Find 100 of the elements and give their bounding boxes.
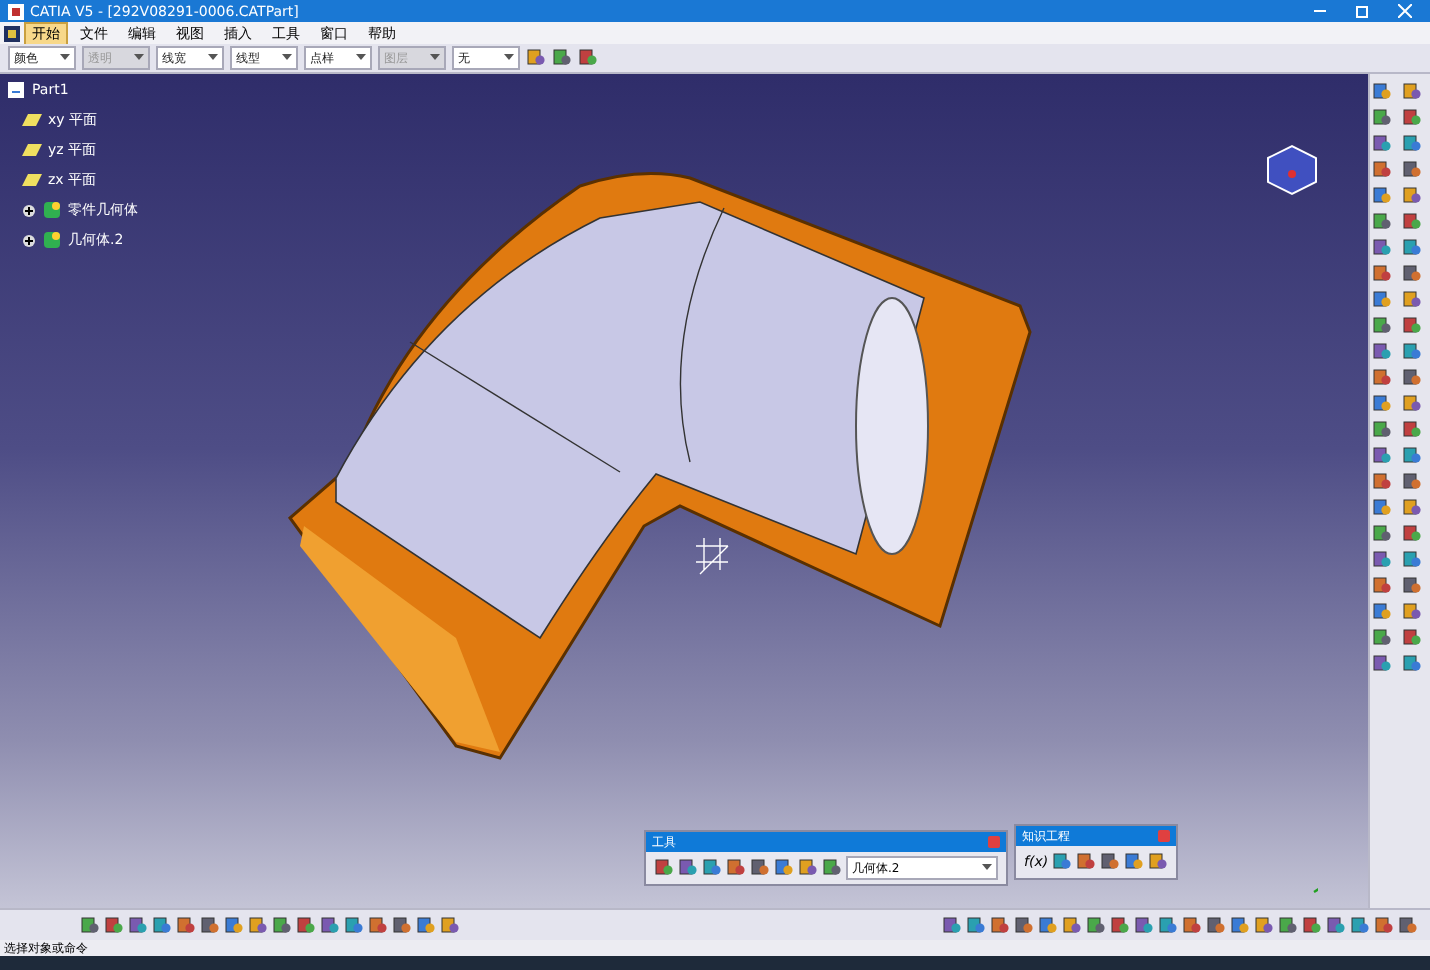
toolbar-icon[interactable] [1086, 915, 1106, 935]
toolbar-icon[interactable] [224, 915, 244, 935]
toolbar-icon[interactable] [1372, 420, 1392, 440]
toolbar-icon[interactable] [80, 915, 100, 935]
toolbar-icon[interactable] [990, 915, 1010, 935]
toolbar-icon[interactable] [1278, 915, 1298, 935]
toolbar-icon[interactable] [368, 915, 388, 935]
toolbar-icon[interactable] [1254, 915, 1274, 935]
toolbar-icon[interactable] [1401, 108, 1421, 128]
toolbar-icon[interactable] [1052, 852, 1073, 872]
toolbar-icon[interactable] [248, 915, 268, 935]
toolbar-icon[interactable] [296, 915, 316, 935]
toolbar-icon[interactable] [1401, 394, 1421, 414]
toolbar-icon[interactable] [1401, 368, 1421, 388]
expand-icon[interactable] [22, 203, 36, 217]
toolbar-icon[interactable] [552, 48, 572, 68]
toolbar-icon[interactable] [1372, 654, 1392, 674]
toolbar-icon[interactable] [1372, 212, 1392, 232]
toolbar-icon[interactable] [1401, 342, 1421, 362]
toolbar-icon[interactable] [1401, 550, 1421, 570]
toolbar-icon[interactable] [1372, 628, 1392, 648]
toolbar-icon[interactable] [1100, 852, 1121, 872]
toolbar-icon[interactable] [1326, 915, 1346, 935]
toolbar-icon[interactable] [1398, 915, 1418, 935]
toolbar-icon[interactable] [1372, 472, 1392, 492]
toolbar-icon[interactable] [1401, 134, 1421, 154]
toolbar-icon[interactable] [1372, 82, 1392, 102]
toolbar-icon[interactable] [1401, 576, 1421, 596]
toolbar-icon[interactable] [966, 915, 986, 935]
toolbar-icon[interactable] [320, 915, 340, 935]
toolbar-icon[interactable] [1372, 342, 1392, 362]
toolbar-icon[interactable] [526, 48, 546, 68]
compass-icon[interactable] [1267, 144, 1317, 196]
toolbar-icon[interactable] [1372, 394, 1392, 414]
toolbar-icon[interactable] [1401, 82, 1421, 102]
toolbar-icon[interactable] [1401, 186, 1421, 206]
toolbar-icon[interactable] [1148, 852, 1169, 872]
toolbar-icon[interactable] [1372, 264, 1392, 284]
toolbar-icon[interactable] [200, 915, 220, 935]
toolbar-icon[interactable] [1372, 316, 1392, 336]
toolbar-icon[interactable] [654, 858, 674, 878]
toolbar-icon[interactable] [104, 915, 124, 935]
toolbar-icon[interactable] [726, 858, 746, 878]
toolbar-icon[interactable] [1014, 915, 1034, 935]
toolbar-icon[interactable] [1401, 628, 1421, 648]
toolbar-icon[interactable] [1038, 915, 1058, 935]
toolbar-icon[interactable] [152, 915, 172, 935]
toolbar-icon[interactable] [392, 915, 412, 935]
expand-icon[interactable] [22, 233, 36, 247]
toolbar-icon[interactable] [942, 915, 962, 935]
toolbar-icon[interactable] [1134, 915, 1154, 935]
toolbar-icon[interactable] [1110, 915, 1130, 935]
toolbar-icon[interactable] [416, 915, 436, 935]
toolbar-icon[interactable] [774, 858, 794, 878]
toolbar-icon[interactable] [1372, 576, 1392, 596]
toolbar-icon[interactable] [1372, 238, 1392, 258]
toolbar-icon[interactable] [822, 858, 842, 878]
toolbar-icon[interactable] [1076, 852, 1097, 872]
toolbar-icon[interactable] [1401, 602, 1421, 622]
toolbar-icon[interactable] [272, 915, 292, 935]
toolbar-icon[interactable] [1372, 550, 1392, 570]
toolbar-icon[interactable] [1182, 915, 1202, 935]
toolbar-icon[interactable] [1401, 290, 1421, 310]
toolbar-icon[interactable] [1062, 915, 1082, 935]
toolbar-icon[interactable] [1230, 915, 1250, 935]
toolbar-icon[interactable] [1401, 654, 1421, 674]
toolbar-icon[interactable] [1401, 212, 1421, 232]
toolbar-icon[interactable] [128, 915, 148, 935]
toolbar-icon[interactable] [1374, 915, 1394, 935]
toolbar-icon[interactable] [1372, 108, 1392, 128]
toolbar-icon[interactable] [750, 858, 770, 878]
toolbar-icon[interactable] [1124, 852, 1145, 872]
toolbar-icon[interactable] [440, 915, 460, 935]
toolbar-icon[interactable] [1302, 915, 1322, 935]
toolbar-icon[interactable] [1401, 524, 1421, 544]
toolbar-icon[interactable] [702, 858, 722, 878]
toolbar-icon[interactable] [1158, 915, 1178, 935]
toolbar-icon[interactable] [1401, 264, 1421, 284]
toolbar-icon[interactable] [1372, 446, 1392, 466]
toolbar-icon[interactable] [678, 858, 698, 878]
toolbar-icon[interactable] [1372, 160, 1392, 180]
toolbar-icon[interactable] [798, 858, 818, 878]
toolbar-icon[interactable] [1401, 160, 1421, 180]
toolbar-icon[interactable] [1401, 316, 1421, 336]
toolbar-icon[interactable] [1372, 186, 1392, 206]
toolbar-icon[interactable] [1372, 498, 1392, 518]
toolbar-icon[interactable] [1372, 134, 1392, 154]
toolbar-icon[interactable] [1401, 420, 1421, 440]
toolbar-icon[interactable] [1401, 238, 1421, 258]
toolbar-icon[interactable] [176, 915, 196, 935]
toolbar-icon[interactable] [1401, 472, 1421, 492]
toolbar-icon[interactable] [1372, 602, 1392, 622]
toolbar-icon[interactable] [1372, 368, 1392, 388]
toolbar-icon[interactable] [1401, 498, 1421, 518]
toolbar-icon[interactable] [1401, 446, 1421, 466]
toolbar-icon[interactable] [1350, 915, 1370, 935]
toolbar-icon[interactable] [1372, 524, 1392, 544]
toolbar-icon[interactable] [1206, 915, 1226, 935]
toolbar-icon[interactable] [344, 915, 364, 935]
toolbar-icon[interactable] [1372, 290, 1392, 310]
